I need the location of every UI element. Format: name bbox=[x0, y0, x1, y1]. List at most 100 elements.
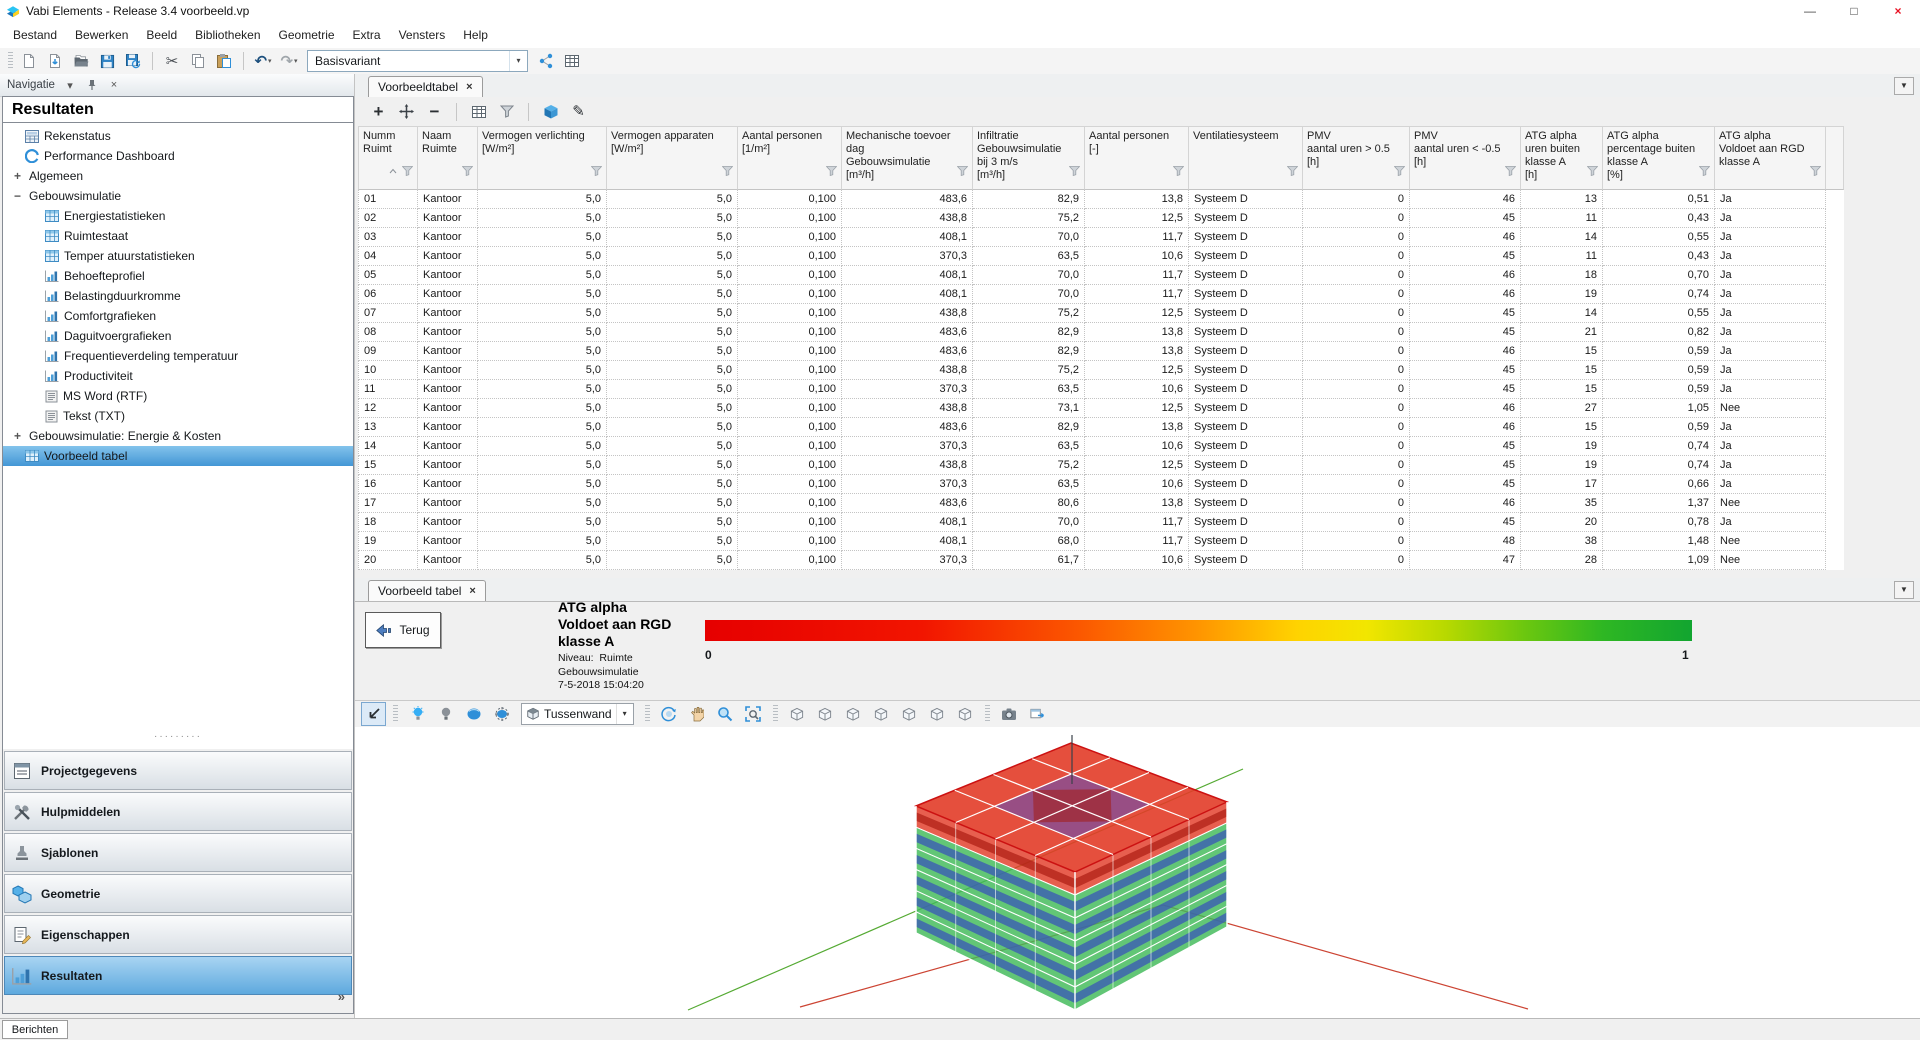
open-folder-button[interactable] bbox=[69, 50, 93, 72]
nav-button-geometrie[interactable]: Geometrie bbox=[4, 874, 352, 913]
pan-hand-button[interactable] bbox=[685, 702, 710, 726]
column-header-9[interactable]: Ventilatiesysteem bbox=[1189, 126, 1303, 190]
filter-funnel-icon[interactable] bbox=[401, 166, 414, 180]
filter-funnel-icon[interactable] bbox=[1286, 166, 1299, 180]
filter-funnel-icon[interactable] bbox=[590, 166, 603, 180]
column-header-12[interactable]: ATG alpha uren buiten klasse A [h] bbox=[1521, 126, 1603, 190]
detail-tab-list-dropdown-icon[interactable]: ▼ bbox=[1894, 581, 1914, 599]
variant-combobox[interactable]: Basisvariant ▾ bbox=[307, 50, 528, 72]
column-header-10[interactable]: PMV aantal uren > 0.5 [h] bbox=[1303, 126, 1410, 190]
zoom-window-button[interactable] bbox=[741, 702, 766, 726]
table-row[interactable]: 14 Kantoor 5,0 5,0 0,100 370,3 63,5 10,6 Systeem… bbox=[358, 437, 1844, 456]
table-row[interactable]: 18 Kantoor 5,0 5,0 0,100 408,1 70,0 11,7 Systeem… bbox=[358, 513, 1844, 532]
screenshot-button[interactable] bbox=[997, 702, 1022, 726]
table-row[interactable]: 05 Kantoor 5,0 5,0 0,100 408,1 70,0 11,7 Systeem… bbox=[358, 266, 1844, 285]
tree-item-comfortgrafieken[interactable]: Comfortgrafieken bbox=[3, 306, 353, 326]
menu-bibliotheken[interactable]: Bibliotheken bbox=[186, 24, 269, 46]
tree-item-ruimtestaat[interactable]: Ruimtestaat bbox=[3, 226, 353, 246]
select-arrow-button[interactable] bbox=[361, 702, 386, 726]
column-header-13[interactable]: ATG alpha percentage buiten klasse A [%] bbox=[1603, 126, 1715, 190]
tab-voorbeeld-tabel-detail[interactable]: Voorbeeld tabel × bbox=[368, 580, 486, 601]
tree-item-frequentieverdeling-temperatuur[interactable]: Frequentieverdeling temperatuur bbox=[3, 346, 353, 366]
menu-bewerken[interactable]: Bewerken bbox=[66, 24, 137, 46]
tree-item-productiviteit[interactable]: Productiviteit bbox=[3, 366, 353, 386]
view-cube-6-button[interactable] bbox=[925, 702, 950, 726]
column-header-3[interactable]: Vermogen verlichting [W/m²] bbox=[478, 126, 607, 190]
filter-funnel-button[interactable] bbox=[495, 100, 518, 123]
nav-button-eigenschappen[interactable]: Eigenschappen bbox=[4, 915, 352, 954]
render-target-button[interactable] bbox=[489, 702, 514, 726]
tree-item-tekst-txt[interactable]: Tekst (TXT) bbox=[3, 406, 353, 426]
column-header-14[interactable]: ATG alpha Voldoet aan RGD klasse A bbox=[1715, 126, 1826, 190]
view-cube-5-button[interactable] bbox=[897, 702, 922, 726]
menu-vensters[interactable]: Vensters bbox=[390, 24, 455, 46]
filter-funnel-icon[interactable] bbox=[1586, 166, 1599, 180]
column-header-5[interactable]: Aantal personen [1/m²] bbox=[738, 126, 842, 190]
tab-voorbeeldtabel[interactable]: Voorbeeldtabel × bbox=[368, 76, 483, 97]
table-row[interactable]: 04 Kantoor 5,0 5,0 0,100 370,3 63,5 10,6 Systeem… bbox=[358, 247, 1844, 266]
light-on-button[interactable] bbox=[405, 702, 430, 726]
export-view-button[interactable] bbox=[1025, 702, 1050, 726]
nav-button-sjablonen[interactable]: Sjablonen bbox=[4, 833, 352, 872]
berichten-tab[interactable]: Berichten bbox=[2, 1020, 68, 1039]
table-row[interactable]: 17 Kantoor 5,0 5,0 0,100 483,6 80,6 13,8 Systeem… bbox=[358, 494, 1844, 513]
toolbar-grip[interactable] bbox=[8, 52, 13, 70]
tab-list-dropdown-icon[interactable]: ▼ bbox=[1894, 77, 1914, 95]
view-cube-2-button[interactable] bbox=[813, 702, 838, 726]
column-header-6[interactable]: Mechanische toevoer dag Gebouwsimulatie [m³… bbox=[842, 126, 973, 190]
column-header-8[interactable]: Aantal personen [-] bbox=[1085, 126, 1189, 190]
redo-button[interactable]: ↷ ▾ bbox=[277, 50, 301, 72]
detail-tab-close-icon[interactable]: × bbox=[469, 585, 475, 597]
table-row[interactable]: 13 Kantoor 5,0 5,0 0,100 483,6 82,9 13,8 Systeem… bbox=[358, 418, 1844, 437]
tree-item-ms-word-rtf[interactable]: MS Word (RTF) bbox=[3, 386, 353, 406]
variant-dropdown-icon[interactable]: ▾ bbox=[509, 51, 527, 71]
tree-item-belastingduurkromme[interactable]: Belastingduurkromme bbox=[3, 286, 353, 306]
maximize-button[interactable]: □ bbox=[1832, 0, 1876, 22]
wall-filter-combobox[interactable]: Tussenwand ▾ bbox=[521, 703, 634, 725]
tree-item-behoefteprofiel[interactable]: Behoefteprofiel bbox=[3, 266, 353, 286]
filter-funnel-icon[interactable] bbox=[1393, 166, 1406, 180]
panel-splitter[interactable]: ········· bbox=[3, 732, 353, 747]
tree-item-gebouwsimulatie[interactable]: − Gebouwsimulatie bbox=[3, 186, 353, 206]
copy-button[interactable] bbox=[186, 50, 210, 72]
panel-close-icon[interactable]: × bbox=[107, 79, 121, 91]
import-file-button[interactable] bbox=[43, 50, 67, 72]
column-header-7[interactable]: Infiltratie Gebouwsimulatie bij 3 m/s [m³/h… bbox=[973, 126, 1085, 190]
filter-funnel-icon[interactable] bbox=[1172, 166, 1185, 180]
undo-button[interactable]: ↶ ▾ bbox=[251, 50, 275, 72]
fit-button[interactable] bbox=[395, 100, 418, 123]
filter-funnel-icon[interactable] bbox=[461, 166, 474, 180]
filter-funnel-icon[interactable] bbox=[1504, 166, 1517, 180]
new-file-button[interactable] bbox=[17, 50, 41, 72]
3d-viewport[interactable] bbox=[355, 727, 1920, 1019]
view-cube-3-button[interactable] bbox=[841, 702, 866, 726]
zoom-button[interactable] bbox=[713, 702, 738, 726]
expander-plus-icon[interactable]: + bbox=[11, 169, 24, 183]
tree-item-temper-atuurstatistieken[interactable]: Temper atuurstatistieken bbox=[3, 246, 353, 266]
save-button[interactable] bbox=[95, 50, 119, 72]
table-row[interactable]: 09 Kantoor 5,0 5,0 0,100 483,6 82,9 13,8 Systeem… bbox=[358, 342, 1844, 361]
column-header-1[interactable]: Numm Ruimt bbox=[358, 126, 418, 190]
light-off-button[interactable] bbox=[433, 702, 458, 726]
tree-item-algemeen[interactable]: + Algemeen bbox=[3, 166, 353, 186]
column-header-4[interactable]: Vermogen apparaten [W/m²] bbox=[607, 126, 738, 190]
table-row[interactable]: 07 Kantoor 5,0 5,0 0,100 438,8 75,2 12,5 Systeem… bbox=[358, 304, 1844, 323]
wall-filter-dropdown-icon[interactable]: ▾ bbox=[615, 704, 633, 724]
edit-pencil-button[interactable]: ✎ bbox=[567, 100, 590, 123]
view-cube-7-button[interactable] bbox=[953, 702, 978, 726]
table-row[interactable]: 16 Kantoor 5,0 5,0 0,100 370,3 63,5 10,6 Systeem… bbox=[358, 475, 1844, 494]
table-row[interactable]: 12 Kantoor 5,0 5,0 0,100 438,8 73,1 12,5 Systeem… bbox=[358, 399, 1844, 418]
table-row[interactable]: 03 Kantoor 5,0 5,0 0,100 408,1 70,0 11,7 Systeem… bbox=[358, 228, 1844, 247]
more-chevron-icon[interactable]: » bbox=[338, 989, 345, 1004]
table-row[interactable]: 15 Kantoor 5,0 5,0 0,100 438,8 75,2 12,5 Systeem… bbox=[358, 456, 1844, 475]
table-row[interactable]: 20 Kantoor 5,0 5,0 0,100 370,3 61,7 10,6 Systeem… bbox=[358, 551, 1844, 570]
menu-beeld[interactable]: Beeld bbox=[137, 24, 186, 46]
share-button[interactable] bbox=[534, 50, 558, 72]
redo-dropdown-icon[interactable]: ▾ bbox=[294, 57, 298, 65]
table-grid-button[interactable] bbox=[467, 100, 490, 123]
menu-bestand[interactable]: Bestand bbox=[4, 24, 66, 46]
table-row[interactable]: 10 Kantoor 5,0 5,0 0,100 438,8 75,2 12,5 Systeem… bbox=[358, 361, 1844, 380]
view-cube-1-button[interactable] bbox=[785, 702, 810, 726]
table-row[interactable]: 01 Kantoor 5,0 5,0 0,100 483,6 82,9 13,8 Systeem… bbox=[358, 190, 1844, 209]
nav-button-hulpmiddelen[interactable]: Hulpmiddelen bbox=[4, 792, 352, 831]
